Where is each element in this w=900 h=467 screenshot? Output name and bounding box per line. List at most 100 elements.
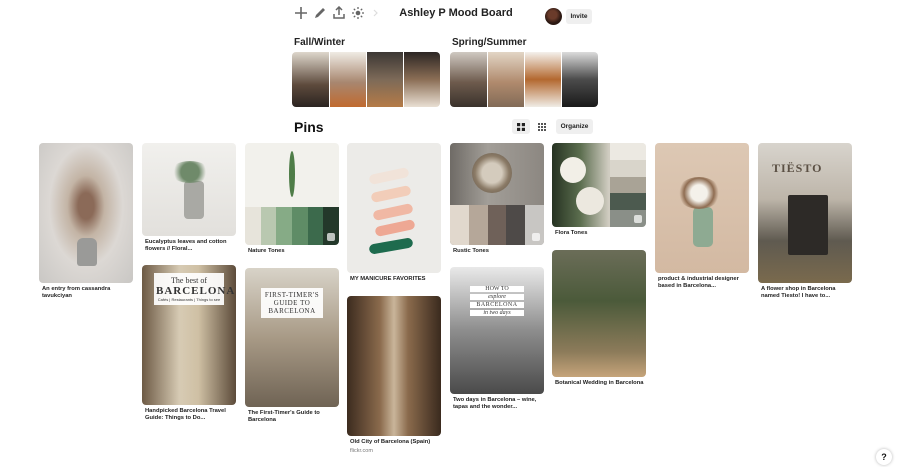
pin-caption: Eucalyptus leaves and cotton flowers // … (145, 239, 227, 252)
section-thumbnail (525, 52, 562, 107)
pin-card[interactable]: Old City of Barcelona (Spain) flickr.com (347, 296, 441, 454)
view-default-grid-button[interactable] (512, 119, 530, 134)
pin-image[interactable] (347, 296, 441, 436)
overlay-line: GUIDE TO (273, 299, 311, 307)
pin-caption: Rustic Tones (453, 248, 489, 254)
pin-card[interactable]: Flora Tones (552, 143, 646, 237)
section-collage-spring-summer[interactable] (450, 52, 598, 107)
overlay-line: HOW TO (470, 286, 524, 292)
pin-caption: product & industrial designer based in B… (658, 276, 739, 289)
swatch (292, 207, 308, 245)
manicure-strokes (369, 167, 415, 254)
invite-button[interactable]: Invite (566, 9, 592, 24)
pin-image[interactable] (39, 143, 133, 283)
pin-caption: Nature Tones (248, 248, 285, 254)
board-title: Ashley P Mood Board (399, 7, 513, 19)
pin-overlay-card: HOW TO explore BARCELONA in two days (468, 283, 526, 319)
pins-heading: Pins (294, 119, 324, 135)
swatch (245, 207, 261, 245)
basket-shape (472, 153, 512, 193)
shop-doorway (788, 195, 828, 255)
pin-caption: Botanical Wedding in Barcelona (555, 380, 644, 386)
grid-large-icon (517, 122, 525, 131)
pin-card[interactable]: An entry from cassandra tavukciyan (39, 143, 133, 300)
pin-image[interactable] (347, 143, 441, 273)
pin-image[interactable]: The best of BARCELONA Cafés | Restaurant… (142, 265, 236, 405)
pin-overlay-card: FIRST-TIMER'S GUIDE TO BARCELONA (261, 288, 323, 318)
pin-image[interactable] (552, 250, 646, 377)
section-title-fall-winter[interactable]: Fall/Winter (294, 37, 345, 48)
polish-stroke (369, 238, 413, 254)
swatch (468, 205, 488, 245)
add-icon[interactable] (292, 4, 310, 22)
organize-button[interactable]: Organize (556, 119, 593, 134)
pin-caption: An entry from cassandra tavukciyan (42, 286, 111, 299)
share-upload-icon[interactable] (330, 4, 348, 22)
flower-shape (560, 157, 586, 183)
swatch-row (245, 207, 339, 245)
pin-badge-icon (634, 215, 642, 223)
edit-pencil-icon[interactable] (311, 4, 329, 22)
pin-card[interactable]: product & industrial designer based in B… (655, 143, 749, 290)
polish-stroke (373, 203, 413, 221)
pin-card[interactable]: FIRST-TIMER'S GUIDE TO BARCELONA The Fir… (245, 268, 339, 424)
pin-image[interactable] (245, 143, 339, 245)
swatch (307, 207, 324, 245)
vase-shape (693, 207, 713, 247)
shop-sign: TIËSTO (772, 161, 823, 175)
help-button[interactable]: ? (876, 449, 892, 465)
swatch (487, 205, 507, 245)
vase-shape (184, 181, 204, 219)
pin-badge-icon (327, 233, 335, 241)
vase-shape (77, 238, 97, 266)
section-thumbnail (450, 52, 488, 107)
pin-caption: Flora Tones (555, 230, 588, 236)
pin-card[interactable]: TIËSTO A flower shop in Barcelona named … (758, 143, 852, 300)
swatch (260, 207, 277, 245)
pin-caption: The First-Timer's Guide to Barcelona (248, 410, 320, 423)
leaves-shape (170, 161, 210, 183)
pin-overlay-card: The best of BARCELONA Cafés | Restaurant… (154, 273, 236, 305)
pin-image[interactable] (142, 143, 236, 236)
leaf-shape (289, 151, 295, 197)
pin-caption: A flower shop in Barcelona named Tiesto!… (761, 286, 836, 299)
pin-image[interactable]: HOW TO explore BARCELONA in two days (450, 267, 544, 394)
swatch (610, 159, 646, 177)
overlay-line: BARCELONA (268, 307, 316, 315)
section-thumbnail (367, 52, 404, 107)
overlay-line: FIRST-TIMER'S (264, 291, 320, 299)
swatch-row (450, 205, 544, 245)
pin-card[interactable]: Eucalyptus leaves and cotton flowers // … (142, 143, 236, 253)
bouquet-shape (677, 177, 721, 209)
overlay-line: BARCELONA (156, 285, 236, 297)
section-title-spring-summer[interactable]: Spring/Summer (452, 37, 526, 48)
flower-shape (576, 187, 604, 215)
more-ideas-sparkle-icon[interactable] (349, 4, 367, 22)
pin-card[interactable]: Rustic Tones (450, 143, 544, 255)
pin-image[interactable] (450, 143, 544, 245)
section-thumbnail (292, 52, 330, 107)
overlay-line: in two days (470, 310, 524, 316)
pin-card[interactable]: The best of BARCELONA Cafés | Restaurant… (142, 265, 236, 422)
pin-image[interactable]: TIËSTO (758, 143, 852, 283)
pin-caption: MY MANICURE FAVORITES (350, 276, 426, 282)
pin-image[interactable] (552, 143, 646, 227)
overlay-line: BARCELONA (470, 302, 524, 308)
pin-badge-icon (532, 233, 540, 241)
pin-card[interactable]: MY MANICURE FAVORITES (347, 143, 441, 283)
section-thumbnail (404, 52, 440, 107)
pin-image[interactable]: FIRST-TIMER'S GUIDE TO BARCELONA (245, 268, 339, 407)
pin-card[interactable]: Botanical Wedding in Barcelona (552, 250, 646, 387)
pin-card[interactable]: HOW TO explore BARCELONA in two days Two… (450, 267, 544, 411)
pin-caption: Handpicked Barcelona Travel Guide: Thing… (145, 408, 226, 421)
pin-card[interactable]: Nature Tones (245, 143, 339, 255)
polish-stroke (371, 185, 411, 203)
pin-image[interactable] (655, 143, 749, 273)
overlay-line: Cafés | Restaurants | Things to see (157, 297, 221, 302)
swatch (506, 205, 526, 245)
pin-source[interactable]: flickr.com (347, 448, 441, 454)
section-collage-fall-winter[interactable] (292, 52, 440, 107)
polish-stroke (375, 219, 415, 237)
view-compact-grid-button[interactable] (533, 119, 551, 134)
collaborator-avatar[interactable] (545, 8, 562, 25)
